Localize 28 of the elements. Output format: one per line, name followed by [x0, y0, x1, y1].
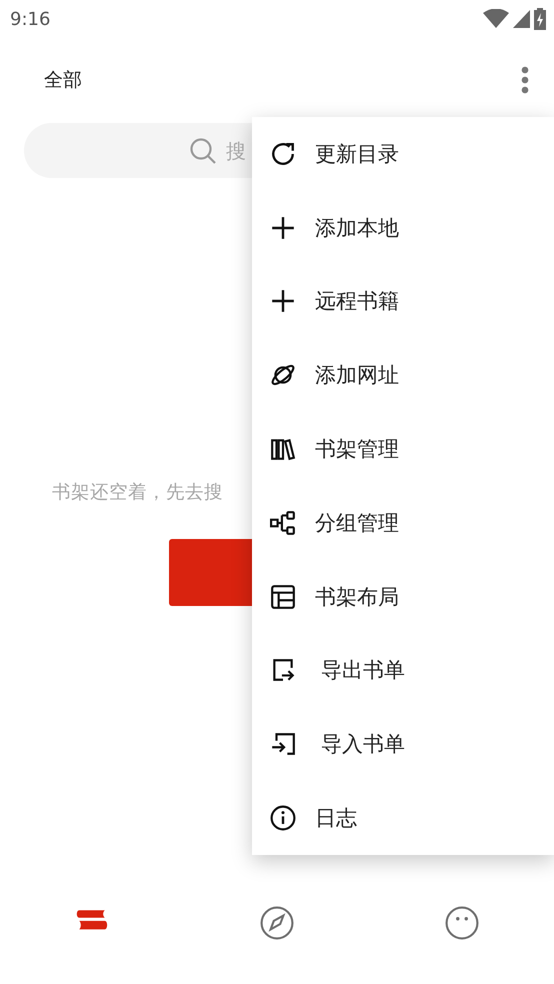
menu-item[interactable]: 导入书单 [252, 707, 554, 782]
menu-item[interactable]: 日志 [252, 781, 554, 855]
menu-item[interactable]: 分组管理 [252, 486, 554, 560]
layout-icon [270, 584, 296, 610]
menu-item[interactable]: 添加本地 [252, 190, 554, 265]
signal-icon [513, 10, 530, 28]
menu-item[interactable]: 添加网址 [252, 338, 554, 412]
menu-item[interactable]: 书架布局 [252, 560, 554, 634]
nodes-icon [270, 510, 296, 536]
plus-icon [270, 288, 296, 314]
menu-item[interactable]: 书架管理 [252, 412, 554, 486]
refresh-icon [270, 140, 296, 167]
battery-icon [534, 8, 546, 30]
search-icon [190, 138, 216, 164]
status-time: 9:16 [10, 8, 50, 30]
empty-shelf-message: 书架还空着，先去搜 [52, 481, 223, 504]
menu-item[interactable]: 导出书单 [252, 634, 554, 708]
import-icon [270, 731, 296, 758]
wifi-icon [483, 9, 509, 29]
shelf-title[interactable]: 全部 [44, 67, 82, 93]
more-menu-button[interactable] [520, 66, 530, 94]
more-icon [520, 66, 530, 94]
info-icon [270, 805, 296, 832]
books-icon [270, 436, 296, 462]
compass-icon [260, 906, 294, 940]
profile-icon [444, 906, 479, 940]
plus-icon [270, 214, 296, 241]
menu-item[interactable]: 远程书籍 [252, 264, 554, 338]
